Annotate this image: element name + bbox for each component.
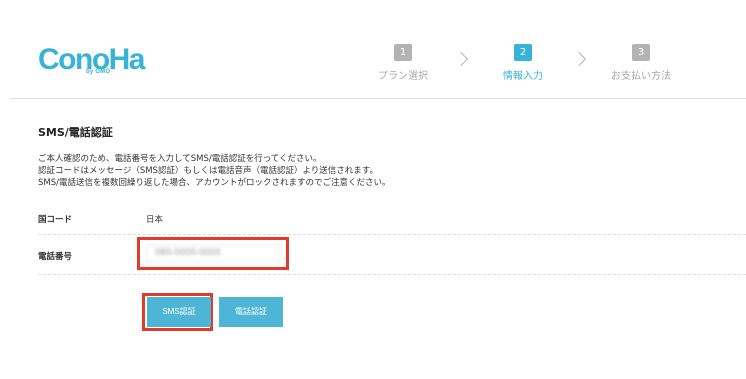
step-number: 3 bbox=[632, 44, 650, 61]
section-description: ご本人確認のため、電話番号を入力してSMS/電話認証を行ってください。 認証コー… bbox=[38, 153, 391, 189]
logo-sub: by GMO bbox=[86, 69, 111, 75]
section-title: SMS/電話認証 bbox=[38, 126, 113, 139]
phone-number-input[interactable]: 080-0000-0000 bbox=[146, 245, 280, 262]
phone-number-label: 電話番号 bbox=[38, 252, 73, 262]
description-line: SMS/電話送信を複数回繰り返した場合、アカウントがロックされますのでご注意くだ… bbox=[38, 178, 391, 188]
header-divider bbox=[10, 98, 746, 99]
chevron-right-icon bbox=[453, 51, 469, 67]
row-divider bbox=[38, 274, 746, 275]
description-line: ご本人確認のため、電話番号を入力してSMS/電話認証を行ってください。 bbox=[38, 154, 322, 164]
sms-auth-button[interactable]: SMS認証 bbox=[147, 297, 211, 327]
step-payment-method: 3 お支払い方法 bbox=[606, 44, 676, 82]
step-label: プラン選択 bbox=[378, 71, 428, 82]
phone-auth-button[interactable]: 電話認証 bbox=[219, 297, 283, 327]
step-label: 情報入力 bbox=[503, 71, 543, 82]
description-line: 認証コードはメッセージ（SMS認証）もしくは電話音声（電話認証）より送信されます… bbox=[38, 166, 378, 176]
step-plan-selection: 1 プラン選択 bbox=[368, 44, 438, 82]
phone-highlight: 080-0000-0000 bbox=[137, 237, 289, 270]
row-divider bbox=[38, 234, 746, 235]
step-info-input: 2 情報入力 bbox=[488, 44, 558, 82]
step-label: お支払い方法 bbox=[611, 71, 671, 82]
step-number: 1 bbox=[394, 44, 412, 61]
country-code-label: 国コード bbox=[38, 215, 73, 225]
country-code-value: 日本 bbox=[146, 215, 164, 225]
step-number: 2 bbox=[514, 44, 532, 61]
chevron-right-icon bbox=[571, 51, 587, 67]
conoha-logo[interactable]: ConoHa by GMO bbox=[38, 44, 146, 80]
